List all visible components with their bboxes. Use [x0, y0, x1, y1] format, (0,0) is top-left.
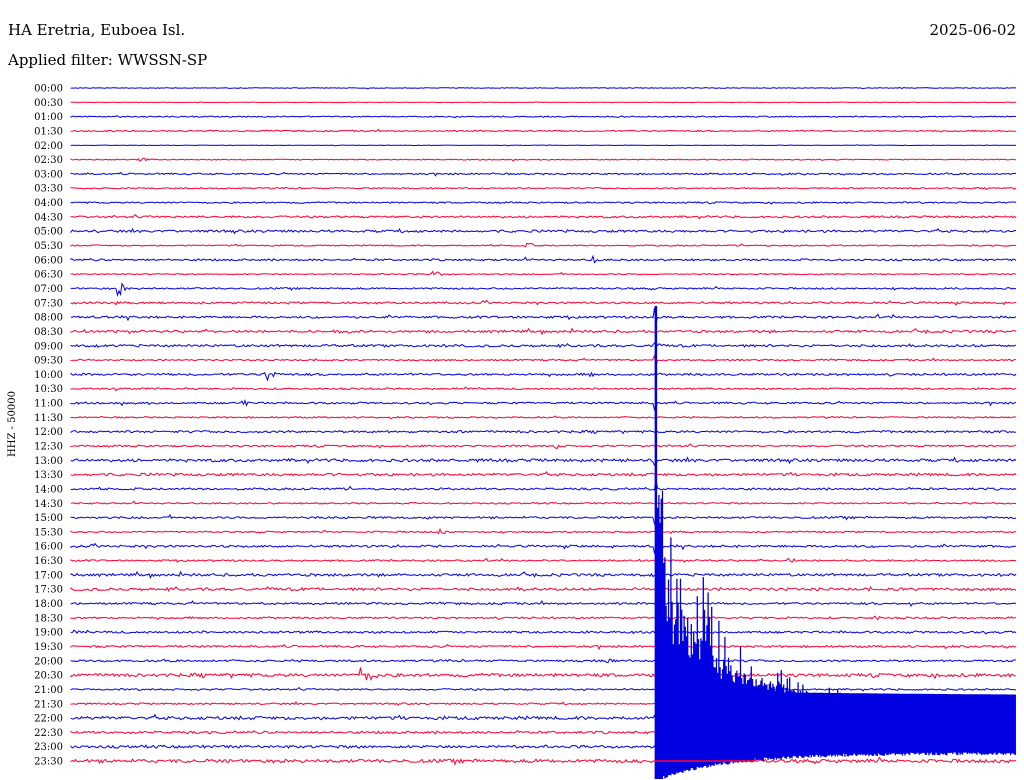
time-tick-label: 01:00 [34, 112, 63, 123]
trace-row-0500 [70, 227, 1017, 235]
time-tick-label: 06:30 [34, 270, 63, 281]
trace-row-1900 [70, 629, 1017, 636]
time-tick-label: 09:30 [34, 356, 63, 367]
trace-row-0130 [70, 128, 1016, 133]
time-tick-label: 19:30 [34, 642, 63, 653]
trace-row-1300 [70, 456, 1017, 466]
trace-row-1730 [70, 585, 1017, 593]
time-tick-label: 10:00 [34, 370, 63, 381]
time-tick-label: 05:00 [34, 227, 63, 238]
trace-row-1330 [70, 471, 1017, 477]
trace-row-1530 [70, 527, 1017, 535]
time-tick-label: 13:30 [34, 470, 63, 481]
trace-row-1930 [70, 643, 1017, 651]
time-tick-label: 21:30 [34, 699, 63, 710]
time-tick-label: 16:30 [34, 556, 63, 567]
time-tick-label: 07:00 [34, 284, 63, 295]
trace-row-1830 [70, 615, 1017, 621]
time-tick-label: 08:00 [34, 313, 63, 324]
time-tick-label: 16:00 [34, 542, 63, 553]
time-tick-label: 03:30 [34, 184, 63, 195]
trace-row-2030 [70, 667, 1017, 682]
time-tick-label: 09:00 [34, 341, 63, 352]
trace-row-0330 [70, 186, 1017, 190]
trace-row-2100 [70, 686, 1017, 692]
time-tick-label: 21:00 [34, 685, 63, 696]
trace-row-2330 [70, 756, 1017, 766]
trace-row-0800 [70, 307, 1017, 324]
mainshock-coda [654, 306, 1016, 779]
trace-row-1700 [70, 570, 1017, 580]
time-tick-label: 10:30 [34, 384, 63, 395]
trace-row-0930 [70, 353, 1017, 368]
trace-row-1130 [70, 415, 1017, 420]
time-tick-label: 15:00 [34, 513, 63, 524]
trace-row-1100 [70, 399, 1017, 412]
y-axis-label: HHZ - 50000 [7, 391, 18, 457]
time-tick-label: 20:30 [34, 671, 63, 682]
time-tick-label: 03:00 [34, 169, 63, 180]
trace-row-0430 [70, 213, 1017, 220]
time-tick-label: 11:00 [34, 399, 63, 410]
trace-row-1500 [70, 513, 1016, 529]
time-tick-label: 18:30 [34, 613, 63, 624]
time-tick-label: 18:00 [34, 599, 63, 610]
trace-row-0830 [70, 327, 1017, 336]
seismogram-traces [70, 86, 1017, 779]
time-tick-label: 12:30 [34, 442, 63, 453]
time-tick-label: 02:30 [34, 155, 63, 166]
trace-row-1230 [70, 443, 1017, 450]
time-tick-label: 14:30 [34, 499, 63, 510]
time-tick-label: 15:30 [34, 527, 63, 538]
trace-row-0200 [70, 144, 1017, 147]
time-tick-label: 08:30 [34, 327, 63, 338]
time-tick-label: 13:00 [34, 456, 63, 467]
helicorder-plot: HHZ - 50000 00:00 00:30 01:00 01:30 02:00 02:… [7, 84, 1017, 779]
trace-row-0600 [70, 254, 1017, 264]
time-tick-label: 19:00 [34, 628, 63, 639]
time-tick-label: 04:00 [34, 198, 63, 209]
time-tick-label: 07:30 [34, 298, 63, 309]
time-tick-label: 06:00 [34, 255, 63, 266]
trace-row-1200 [70, 429, 1017, 435]
trace-row-1800 [70, 600, 1017, 607]
time-tick-label: 23:30 [34, 757, 63, 768]
time-tick-label: 05:30 [34, 241, 63, 252]
trace-row-0030 [70, 101, 1017, 104]
trace-row-0630 [70, 270, 1017, 277]
time-tick-label: 01:30 [34, 126, 63, 137]
time-tick-label: 04:30 [34, 212, 63, 223]
trace-row-1430 [70, 500, 1017, 505]
time-tick-label: 00:00 [34, 84, 63, 95]
trace-row-1600 [70, 542, 1017, 555]
trace-row-0530 [70, 242, 1017, 248]
trace-row-2000 [70, 658, 1017, 664]
trace-row-0230 [70, 157, 1016, 162]
time-tick-labels: 00:00 00:30 01:00 01:30 02:00 02:30 03:00 03:30… [34, 84, 63, 768]
time-tick-label: 17:30 [34, 585, 63, 596]
time-tick-label: 00:30 [34, 98, 63, 109]
time-tick-label: 17:00 [34, 570, 63, 581]
trace-row-0730 [70, 299, 1016, 306]
time-tick-label: 22:00 [34, 714, 63, 725]
trace-row-0900 [70, 342, 1017, 349]
trace-row-0000 [70, 86, 1017, 90]
trace-row-0100 [70, 115, 1016, 119]
trace-row-0400 [70, 201, 1017, 205]
time-tick-label: 02:00 [34, 141, 63, 152]
time-tick-label: 23:00 [34, 742, 63, 753]
trace-row-1000 [70, 371, 1017, 382]
time-tick-label: 14:00 [34, 484, 63, 495]
trace-row-0700 [70, 282, 1017, 297]
time-tick-label: 22:30 [34, 728, 63, 739]
trace-row-1400 [70, 479, 1017, 491]
trace-row-0300 [70, 171, 1017, 177]
time-tick-label: 11:30 [34, 413, 63, 424]
y-axis-label-group: HHZ - 50000 [7, 391, 18, 457]
trace-row-1630 [70, 557, 1016, 563]
time-tick-label: 12:00 [34, 427, 63, 438]
trace-row-1030 [70, 386, 1017, 392]
time-tick-label: 20:00 [34, 656, 63, 667]
